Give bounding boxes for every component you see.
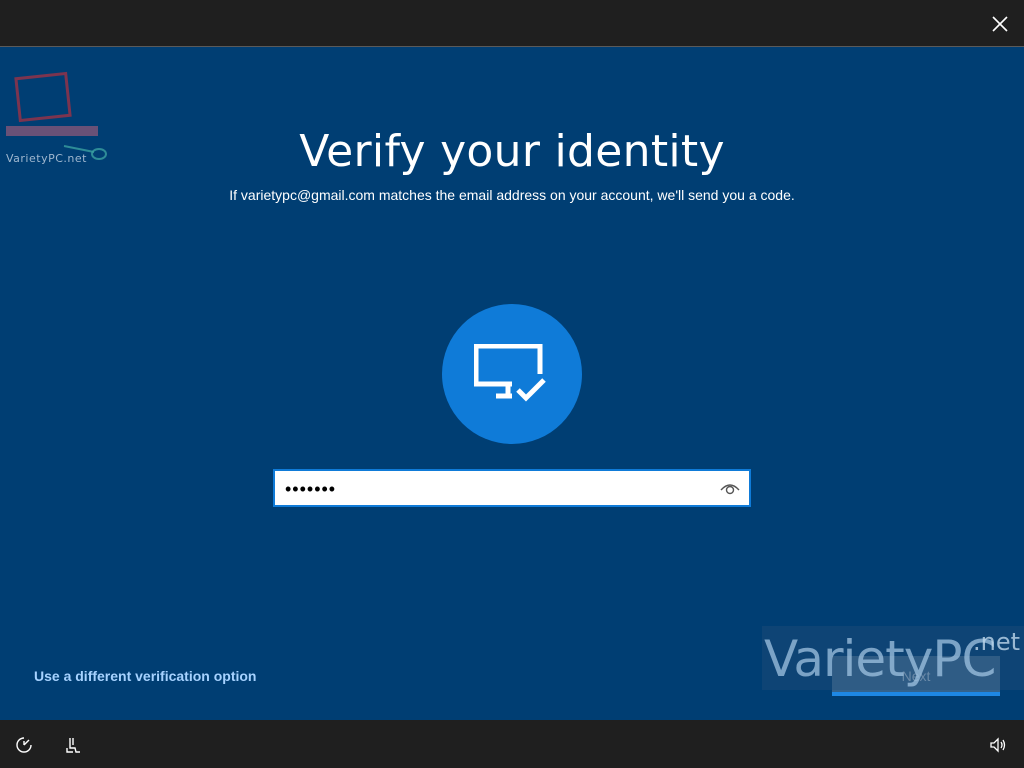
main-panel: VarietyPC.net Verify your identity If va… xyxy=(0,48,1024,720)
password-input[interactable]: ••••••• xyxy=(273,469,751,507)
volume-icon[interactable] xyxy=(989,736,1007,754)
monitor-check-icon xyxy=(474,344,548,404)
page-subtitle: If varietypc@gmail.com matches the email… xyxy=(229,187,795,203)
hero-badge xyxy=(442,304,582,444)
watermark-overlay-suffix: .net xyxy=(972,628,1020,656)
accessibility-icon[interactable] xyxy=(64,736,82,754)
watermark-overlay-text: VarietyPC xyxy=(764,630,996,688)
title-bar xyxy=(0,0,1024,47)
ease-of-access-icon[interactable] xyxy=(15,736,33,754)
different-verification-link[interactable]: Use a different verification option xyxy=(34,668,256,684)
eye-icon[interactable] xyxy=(719,479,741,497)
page-title: Verify your identity xyxy=(299,126,725,177)
password-value: ••••••• xyxy=(285,479,337,499)
bottom-bar xyxy=(0,720,1024,768)
watermark-overlay: VarietyPC .net xyxy=(762,626,1024,690)
close-icon[interactable] xyxy=(990,14,1010,34)
